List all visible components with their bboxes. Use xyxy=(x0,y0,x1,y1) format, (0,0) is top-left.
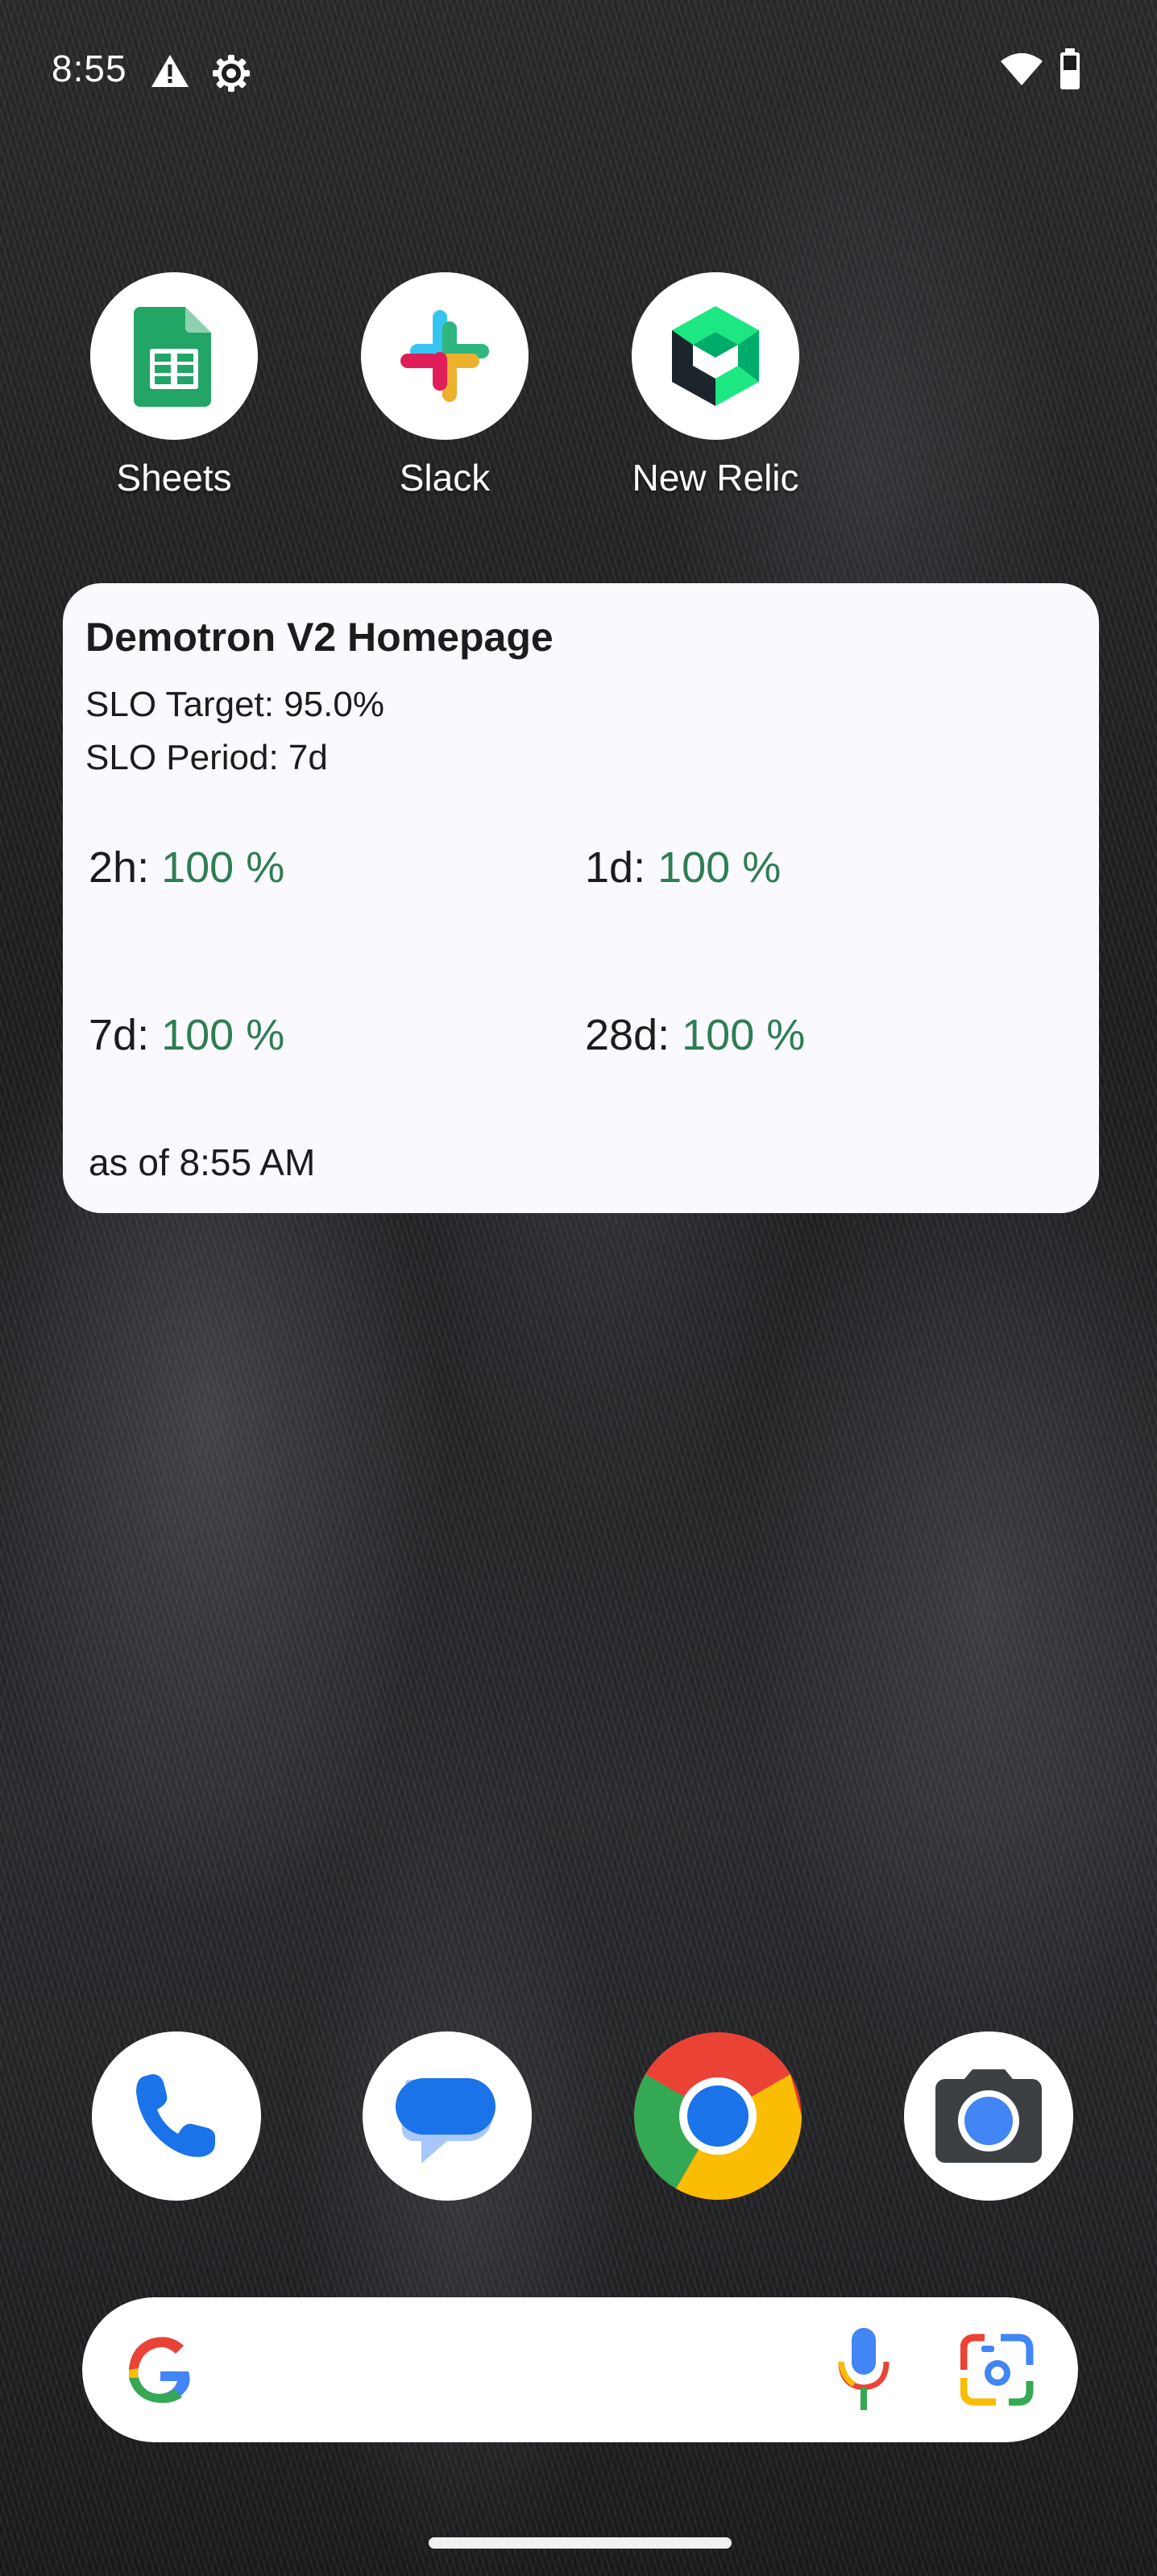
new-relic-icon xyxy=(632,272,799,440)
camera-icon[interactable] xyxy=(904,2031,1073,2201)
app-slack[interactable]: Slack xyxy=(356,272,533,499)
app-label-slack: Slack xyxy=(399,457,491,499)
metric-value: 100 % xyxy=(161,843,285,892)
app-label-sheets: Sheets xyxy=(116,457,232,499)
metric-7d: 7d: 100 % xyxy=(89,1010,284,1060)
battery-icon xyxy=(1060,48,1080,89)
google-lens-icon[interactable] xyxy=(960,2333,1035,2407)
slack-icon xyxy=(361,272,529,440)
metric-label: 1d: xyxy=(585,843,646,892)
metric-label: 2h: xyxy=(89,843,150,892)
metric-2h: 2h: 100 % xyxy=(89,843,284,892)
wifi-icon xyxy=(1001,53,1043,85)
microphone-icon[interactable] xyxy=(831,2328,896,2412)
slo-period: SLO Period: 7d xyxy=(85,738,328,777)
metric-label: 7d: xyxy=(89,1011,150,1059)
metric-28d: 28d: 100 % xyxy=(585,1010,805,1060)
phone-icon[interactable] xyxy=(92,2031,261,2201)
metric-1d: 1d: 100 % xyxy=(585,843,781,892)
messages-icon[interactable] xyxy=(363,2031,532,2201)
gesture-nav-handle[interactable] xyxy=(429,2537,732,2549)
status-time: 8:55 xyxy=(52,48,127,89)
chrome-icon[interactable] xyxy=(633,2031,802,2201)
google-g-icon xyxy=(129,2337,190,2404)
widget-title: Demotron V2 Homepage xyxy=(85,615,554,660)
settings-icon xyxy=(213,55,250,92)
widget-timestamp: as of 8:55 AM xyxy=(89,1141,316,1183)
metric-value: 100 % xyxy=(161,1011,285,1059)
slo-widget[interactable]: Demotron V2 Homepage SLO Target: 95.0% S… xyxy=(63,583,1099,1213)
search-bar[interactable] xyxy=(82,2297,1078,2442)
app-sheets[interactable]: Sheets xyxy=(85,272,263,499)
app-label-new-relic: New Relic xyxy=(632,457,799,499)
metric-value: 100 % xyxy=(657,843,782,892)
app-new-relic[interactable]: New Relic xyxy=(627,272,804,499)
sheets-icon xyxy=(90,272,258,440)
warning-icon xyxy=(151,55,189,87)
metric-label: 28d: xyxy=(585,1011,670,1059)
metric-value: 100 % xyxy=(682,1011,806,1059)
slo-target: SLO Target: 95.0% xyxy=(85,685,384,724)
status-bar: 8:55 xyxy=(0,0,1157,145)
